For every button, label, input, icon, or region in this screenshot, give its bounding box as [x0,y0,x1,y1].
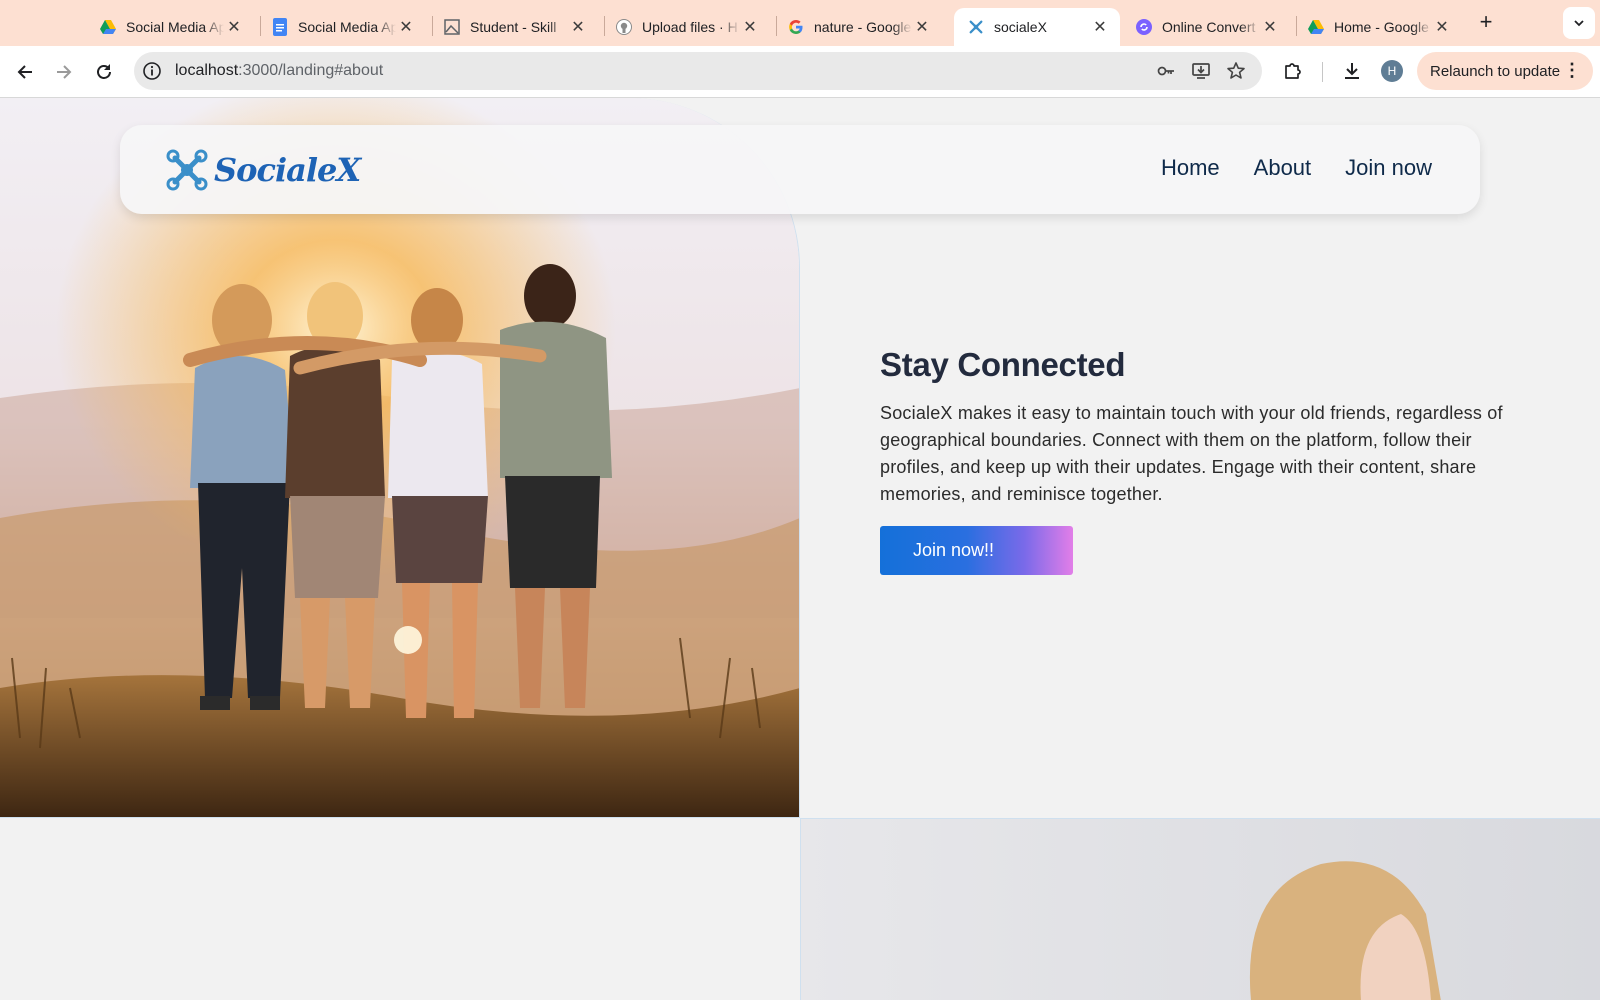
url-host: localhost [175,62,239,79]
site-navbar: SocialeX Home About Join now [120,125,1480,214]
google-icon [788,19,804,35]
section-description: SocialeX makes it easy to maintain touch… [880,403,1503,504]
tab-search-button[interactable] [1563,7,1595,39]
close-icon[interactable]: ✕ [1260,17,1280,37]
google-drive-icon [1308,19,1324,35]
tab-title: Online Convert [1162,19,1256,35]
more-menu-icon[interactable]: ⋮ [1563,61,1581,79]
browser-tab-strip: Social Media Ap ✕ Social Media Ap ✕ Stud… [0,0,1600,46]
browser-toolbar: localhost:3000/landing#about H Relaunch … [0,46,1600,98]
google-docs-icon [272,18,288,36]
close-icon[interactable]: ✕ [1090,17,1110,37]
close-icon[interactable]: ✕ [912,17,932,37]
downloads-button[interactable] [1340,59,1364,83]
extensions-button[interactable] [1281,59,1305,83]
tab-title: Social Media Ap [298,19,396,35]
toolbar-divider [1322,62,1323,82]
google-drive-icon [100,19,116,35]
socialex-logo[interactable]: SocialeX [166,147,361,193]
close-icon[interactable]: ✕ [1432,17,1452,37]
close-icon[interactable]: ✕ [740,17,760,37]
github-icon [616,19,632,35]
puzzle-icon [1285,63,1301,79]
key-icon[interactable] [1156,61,1176,81]
image-icon [444,19,460,35]
nav-about-link[interactable]: About [1254,155,1312,181]
download-icon [1345,63,1359,79]
convert-icon [1136,19,1152,35]
tab-nature-google[interactable]: nature - Google ✕ [774,8,942,46]
logo-text: SocialeX [214,151,361,189]
nav-home-link[interactable]: Home [1161,155,1220,181]
site-info-icon[interactable] [142,61,162,81]
woman-portrait-photo [800,818,1600,1000]
about-section: Stay Connected SocialeX makes it easy to… [880,346,1520,575]
close-icon[interactable]: ✕ [396,17,416,37]
tab-upload-files[interactable]: Upload files · H ✕ [602,8,770,46]
tab-title: Student - Skill [470,19,557,35]
arrow-right-icon [57,65,72,79]
nav-links: Home About Join now [1161,155,1432,181]
tab-title: Upload files · H [642,19,738,35]
tab-home-google[interactable]: Home - Google ✕ [1294,8,1462,46]
relaunch-to-update-button[interactable]: Relaunch to update ⋮ [1417,52,1593,90]
page-viewport: SocialeX Home About Join now Stay Connec… [0,98,1600,1000]
star-icon[interactable] [1226,61,1246,81]
tab-title: socialeX [994,19,1047,35]
forward-button[interactable] [51,59,77,85]
install-app-icon[interactable] [1191,61,1211,81]
chevron-down-icon [1574,20,1584,27]
tab-title: Home - Google [1334,19,1429,35]
profile-avatar[interactable]: H [1381,60,1403,82]
close-icon[interactable]: ✕ [568,17,588,37]
arrow-left-icon [17,65,32,79]
address-bar[interactable]: localhost:3000/landing#about [134,52,1262,90]
tab-online-convert[interactable]: Online Convert ✕ [1122,8,1290,46]
reload-icon [97,64,111,79]
join-now-button[interactable]: Join now!! [880,526,1073,575]
relaunch-label: Relaunch to update [1430,62,1561,80]
socialex-icon [968,19,984,35]
url-path: :3000/landing#about [238,62,384,79]
close-icon[interactable]: ✕ [224,17,244,37]
tab-social-media-2[interactable]: Social Media Ap ✕ [258,8,426,46]
nav-join-now-link[interactable]: Join now [1345,155,1432,181]
drone-logo-icon [166,149,208,191]
section-heading: Stay Connected [880,346,1126,383]
tab-title: Social Media Ap [126,19,224,35]
tab-social-media-1[interactable]: Social Media Ap ✕ [86,8,254,46]
back-button[interactable] [12,59,38,85]
tab-socialex[interactable]: socialeX ✕ [954,8,1120,46]
tab-student-skill[interactable]: Student - Skill ✕ [430,8,598,46]
tab-title: nature - Google [814,19,912,35]
new-tab-button[interactable]: + [1474,9,1498,34]
reload-button[interactable] [91,59,117,85]
url-text: localhost:3000/landing#about [175,62,383,80]
